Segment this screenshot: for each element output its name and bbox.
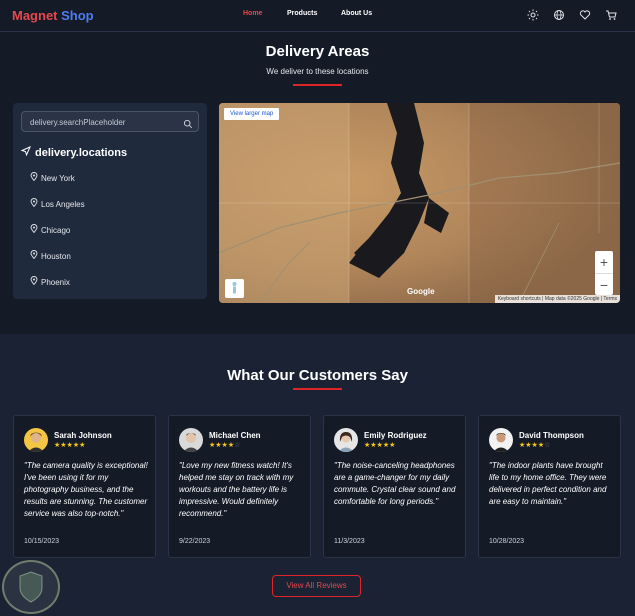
location-label: Phoenix <box>41 278 70 287</box>
title-underline <box>293 84 342 86</box>
location-item-los-angeles[interactable]: Los Angeles <box>30 198 85 209</box>
reviewer-name: Michael Chen <box>209 431 261 440</box>
testimonials-title: What Our Customers Say <box>227 367 408 384</box>
street-view-pegman-icon[interactable] <box>225 279 244 298</box>
brand-logo[interactable]: Magnet Shop <box>12 8 94 23</box>
navigation-arrow-icon <box>20 146 33 159</box>
location-item-new-york[interactable]: New York <box>30 172 75 183</box>
avatar <box>179 428 203 452</box>
search-placeholder: delivery.searchPlaceholder <box>30 118 126 127</box>
top-nav-bar: Magnet Shop Home Products About Us <box>0 0 635 32</box>
review-text: "The camera quality is exceptional! I've… <box>24 461 148 518</box>
delivery-subtitle: We deliver to these locations <box>266 67 369 76</box>
review-card: David Thompson ★★★★☆ "The indoor plants … <box>478 415 621 558</box>
review-card: Michael Chen ★★★★☆ "Love my new fitness … <box>168 415 311 558</box>
location-label: New York <box>41 174 75 183</box>
locations-heading-text: delivery.locations <box>35 147 128 159</box>
brand-name-part2: Shop <box>61 8 94 23</box>
review-date: 10/28/2023 <box>489 538 525 545</box>
nav-home[interactable]: Home <box>243 10 262 17</box>
review-text: "The noise-canceling headphones are a ga… <box>334 461 456 506</box>
watermark-shield-icon <box>2 560 60 614</box>
heart-icon[interactable] <box>579 9 591 21</box>
review-date: 10/15/2023 <box>24 538 60 545</box>
review-date: 11/3/2023 <box>334 538 365 545</box>
nav-about-us[interactable]: About Us <box>341 10 372 17</box>
avatar <box>489 428 513 452</box>
view-all-reviews-button[interactable]: View All Reviews <box>272 575 361 597</box>
review-date: 9/22/2023 <box>179 538 211 545</box>
location-item-houston[interactable]: Houston <box>30 250 71 261</box>
location-item-chicago[interactable]: Chicago <box>30 224 70 235</box>
location-label: Los Angeles <box>41 200 85 209</box>
map-pin-icon <box>30 172 41 183</box>
map-pin-icon <box>30 224 41 235</box>
map-attribution[interactable]: Keyboard shortcuts | Map data ©2025 Goog… <box>494 295 620 303</box>
delivery-title: Delivery Areas <box>265 43 370 60</box>
sun-icon[interactable] <box>527 9 539 21</box>
cart-icon[interactable] <box>605 9 617 21</box>
review-card: Emily Rodriguez ★★★★★ "The noise-canceli… <box>323 415 466 558</box>
reviewer-name: David Thompson <box>519 431 584 440</box>
delivery-map[interactable]: View larger map + − Google Keyboard shor… <box>219 103 620 303</box>
star-rating: ★★★★★ <box>364 442 396 449</box>
review-text: "The indoor plants have brought life to … <box>489 461 607 506</box>
zoom-out-button[interactable]: − <box>595 273 613 295</box>
map-pin-icon <box>30 198 41 209</box>
review-card: Sarah Johnson ★★★★★ "The camera quality … <box>13 415 156 558</box>
avatar <box>334 428 358 452</box>
map-pin-icon <box>30 250 41 261</box>
satellite-map-image <box>219 103 620 303</box>
google-logo: Google <box>407 287 435 296</box>
nav-products[interactable]: Products <box>287 10 317 17</box>
view-larger-map-link[interactable]: View larger map <box>224 108 280 120</box>
location-search-input[interactable]: delivery.searchPlaceholder <box>21 111 199 132</box>
search-icon[interactable] <box>183 116 193 129</box>
reviewer-name: Sarah Johnson <box>54 431 112 440</box>
star-rating: ★★★★☆ <box>209 442 241 449</box>
locations-panel: delivery.searchPlaceholder delivery.loca… <box>13 103 207 299</box>
star-rating: ★★★★★ <box>54 442 86 449</box>
star-rating: ★★★★☆ <box>519 442 551 449</box>
brand-name-part1: Magnet <box>12 8 58 23</box>
map-pin-icon <box>30 276 41 287</box>
globe-icon[interactable] <box>553 9 565 21</box>
locations-heading: delivery.locations <box>20 146 128 159</box>
reviewer-name: Emily Rodriguez <box>364 431 427 440</box>
review-text: "Love my new fitness watch! It's helped … <box>179 461 294 518</box>
map-zoom-control: + − <box>595 251 613 295</box>
zoom-in-button[interactable]: + <box>595 251 613 273</box>
location-item-phoenix[interactable]: Phoenix <box>30 276 70 287</box>
testimonials-underline <box>293 388 342 390</box>
location-label: Chicago <box>41 226 71 235</box>
avatar <box>24 428 48 452</box>
location-label: Houston <box>41 252 71 261</box>
